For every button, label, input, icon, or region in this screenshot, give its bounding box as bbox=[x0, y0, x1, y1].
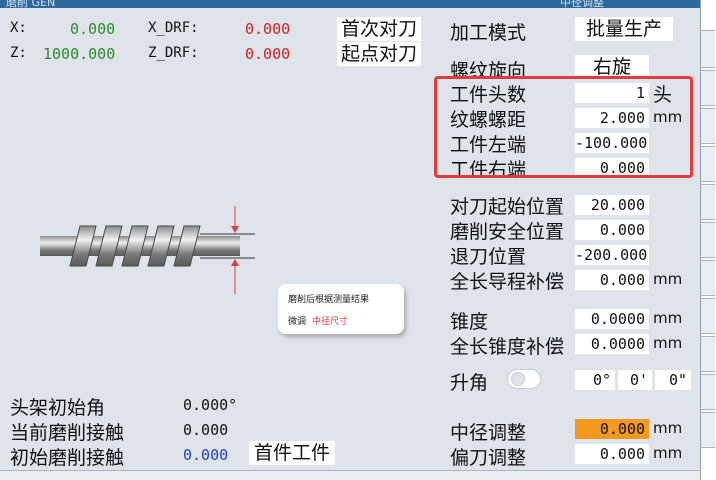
grind-safe-input[interactable]: 0.000 bbox=[575, 220, 649, 240]
title-bar: 磨削 GEN 中径调整 bbox=[0, 0, 716, 9]
taper-comp-input[interactable]: 0.0000 bbox=[575, 334, 649, 354]
softkey-4[interactable] bbox=[701, 146, 715, 182]
lift-min-input[interactable]: 0' bbox=[618, 370, 652, 390]
lift-angle-toggle[interactable] bbox=[507, 369, 541, 389]
callout-line2-prefix: 微调 bbox=[288, 317, 307, 327]
tool-start-label: 对刀起始位置 bbox=[450, 196, 565, 218]
x-drf-label: X_DRF: bbox=[148, 20, 199, 36]
x-drf-value: 0.000 bbox=[245, 20, 291, 38]
softkey-7[interactable] bbox=[701, 260, 715, 296]
softkey-6[interactable] bbox=[701, 222, 715, 258]
lead-comp-input[interactable]: 0.000 bbox=[575, 270, 649, 290]
z-drf-label: Z_DRF: bbox=[148, 45, 199, 61]
softkey-11[interactable] bbox=[701, 412, 715, 448]
window-title: 磨削 GEN bbox=[6, 0, 56, 9]
lift-deg-input[interactable]: 0° bbox=[575, 370, 615, 390]
head-angle-label: 头架初始角 bbox=[10, 397, 106, 419]
pitch-adjust-unit: mm bbox=[653, 419, 683, 437]
bottom-softkey-bar bbox=[0, 470, 700, 480]
callout-line2-highlight: 中径尺寸 bbox=[312, 317, 349, 327]
offset-adjust-input[interactable]: 0.000 bbox=[575, 444, 649, 464]
softkey-9[interactable] bbox=[701, 336, 715, 372]
retract-label: 退刀位置 bbox=[450, 246, 527, 268]
first-tool-set-button[interactable]: 首次对刀 bbox=[337, 17, 421, 41]
machining-mode-select[interactable]: 批量生产 bbox=[575, 17, 673, 41]
hint-callout: 磨削后根据测量结果 微调 中径尺寸 bbox=[278, 284, 404, 334]
initial-contact-value: 0.000 bbox=[183, 446, 229, 464]
initial-contact-label: 初始磨削接触 bbox=[10, 447, 125, 469]
lift-angle-label: 升角 bbox=[450, 372, 489, 394]
highlight-frame bbox=[434, 76, 693, 178]
main-window: 磨削 GEN 中径调整 X: 0.000 Z: 1000.000 X_DRF: … bbox=[0, 0, 716, 480]
tool-start-input[interactable]: 20.000 bbox=[575, 195, 649, 215]
softkey-5[interactable] bbox=[701, 184, 715, 220]
taper-label: 锥度 bbox=[450, 311, 489, 333]
pitch-adjust-input[interactable]: 0.000 bbox=[575, 419, 649, 439]
callout-line1: 磨削后根据测量结果 bbox=[288, 295, 370, 305]
thread-workpiece-illustration bbox=[40, 206, 255, 294]
offset-adjust-label: 偏刀调整 bbox=[450, 447, 527, 469]
window-title-right: 中径调整 bbox=[560, 0, 604, 9]
softkey-2[interactable] bbox=[701, 70, 715, 106]
pitch-adjust-label: 中径调整 bbox=[450, 422, 527, 444]
machining-mode-label: 加工模式 bbox=[450, 22, 527, 44]
first-piece-button[interactable]: 首件工件 bbox=[249, 441, 335, 465]
current-contact-value: 0.000 bbox=[183, 421, 229, 439]
grind-safe-label: 磨削安全位置 bbox=[450, 221, 565, 243]
lift-sec-input[interactable]: 0" bbox=[655, 370, 691, 390]
taper-unit: mm bbox=[653, 309, 683, 327]
taper-comp-unit: mm bbox=[653, 334, 683, 352]
taper-comp-label: 全长锥度补偿 bbox=[450, 336, 565, 358]
toggle-knob bbox=[511, 372, 525, 386]
head-angle-value: 0.000° bbox=[183, 396, 238, 414]
softkey-8[interactable] bbox=[701, 298, 715, 334]
x-axis-value: 0.000 bbox=[70, 20, 116, 38]
start-tool-set-button[interactable]: 起点对刀 bbox=[337, 42, 421, 66]
taper-input[interactable]: 0.0000 bbox=[575, 309, 649, 329]
lead-comp-unit: mm bbox=[653, 270, 683, 288]
z-axis-value: 1000.000 bbox=[43, 45, 116, 63]
current-contact-label: 当前磨削接触 bbox=[10, 422, 125, 444]
softkey-3[interactable] bbox=[701, 108, 715, 144]
lead-comp-label: 全长导程补偿 bbox=[450, 271, 565, 293]
retract-input[interactable]: -200.000 bbox=[575, 245, 649, 265]
z-axis-label: Z: bbox=[10, 45, 27, 61]
z-drf-value: 0.000 bbox=[245, 45, 291, 63]
x-axis-label: X: bbox=[10, 20, 27, 36]
softkey-1[interactable] bbox=[701, 30, 715, 68]
softkey-10[interactable] bbox=[701, 374, 715, 410]
offset-adjust-unit: mm bbox=[653, 444, 683, 462]
